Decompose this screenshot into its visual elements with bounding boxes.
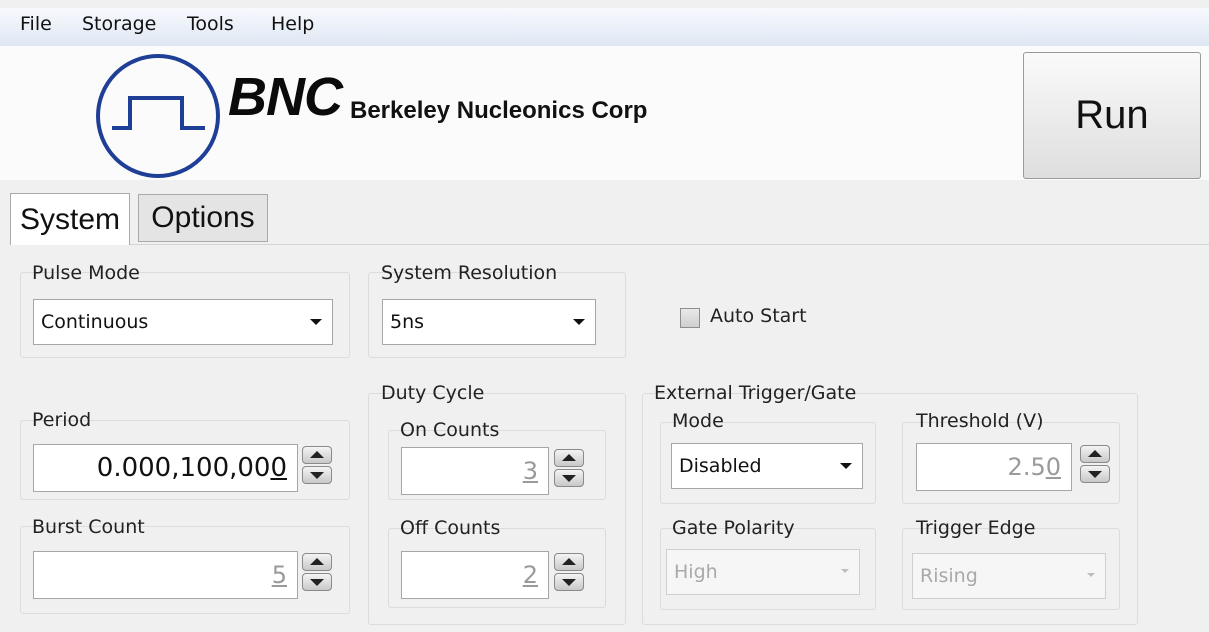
chevron-down-icon (573, 319, 585, 325)
threshold-input[interactable]: 2.50 (916, 443, 1072, 491)
chevron-down-icon (310, 319, 322, 325)
period-spinner[interactable] (302, 446, 332, 486)
gate-polarity-label: Gate Polarity (672, 517, 795, 539)
threshold-spinner[interactable] (1080, 445, 1110, 485)
spin-up-icon[interactable] (302, 446, 332, 464)
spin-down-icon[interactable] (1080, 465, 1110, 483)
gate-polarity-value: High (674, 561, 718, 583)
chevron-down-icon (841, 569, 849, 573)
spin-down-icon[interactable] (302, 573, 332, 591)
duty-cycle-label: Duty Cycle (381, 382, 485, 404)
menu-file[interactable]: File (20, 13, 52, 35)
period-input[interactable]: 0.000,100,000 (33, 444, 298, 492)
spin-up-icon[interactable] (1080, 445, 1110, 463)
tab-options[interactable]: Options (138, 194, 268, 242)
burst-count-label: Burst Count (32, 516, 145, 538)
tab-system[interactable]: System (10, 193, 130, 245)
on-counts-spinner[interactable] (554, 449, 584, 489)
system-resolution-value: 5ns (390, 311, 425, 333)
trigger-edge-value: Rising (920, 565, 978, 587)
menu-bar: File Storage Tools Help (0, 8, 1209, 47)
on-counts-label: On Counts (400, 419, 500, 441)
external-trigger-label: External Trigger/Gate (654, 382, 857, 404)
period-label: Period (32, 409, 92, 431)
system-resolution-label: System Resolution (381, 262, 558, 284)
pulse-mode-label: Pulse Mode (32, 262, 140, 284)
off-counts-value: 2 (522, 561, 538, 589)
trigger-mode-value: Disabled (679, 455, 762, 477)
spin-down-icon[interactable] (554, 573, 584, 591)
burst-count-value: 5 (271, 561, 287, 589)
pulse-mode-value: Continuous (41, 311, 149, 333)
on-counts-value: 3 (522, 457, 538, 485)
trigger-edge-label: Trigger Edge (916, 517, 1036, 539)
burst-count-spinner[interactable] (302, 553, 332, 593)
trigger-mode-label: Mode (672, 410, 724, 432)
spin-down-icon[interactable] (302, 466, 332, 484)
run-button[interactable]: Run (1023, 52, 1201, 179)
spin-up-icon[interactable] (554, 553, 584, 571)
logo-company-name: Berkeley Nucleonics Corp (350, 97, 648, 124)
logo-brand: BNC (228, 67, 343, 127)
system-resolution-select[interactable]: 5ns (382, 299, 596, 345)
burst-count-input[interactable]: 5 (33, 551, 298, 599)
spin-up-icon[interactable] (554, 449, 584, 467)
trigger-mode-select[interactable]: Disabled (671, 443, 863, 489)
spin-up-icon[interactable] (302, 553, 332, 571)
trigger-edge-select[interactable]: Rising (912, 553, 1106, 599)
on-counts-input[interactable]: 3 (401, 447, 549, 495)
menu-help[interactable]: Help (271, 13, 314, 35)
off-counts-label: Off Counts (400, 517, 501, 539)
period-value: 0.000,100,000 (96, 453, 287, 483)
spin-down-icon[interactable] (554, 469, 584, 487)
auto-start-checkbox[interactable] (680, 308, 700, 328)
menu-tools[interactable]: Tools (187, 13, 234, 35)
menu-storage[interactable]: Storage (82, 13, 156, 35)
threshold-value: 2.50 (1007, 453, 1061, 481)
off-counts-input[interactable]: 2 (401, 551, 549, 599)
chevron-down-icon (1087, 573, 1095, 577)
gate-polarity-select[interactable]: High (666, 549, 860, 595)
threshold-label: Threshold (V) (916, 410, 1044, 432)
off-counts-spinner[interactable] (554, 553, 584, 593)
chevron-down-icon (840, 463, 852, 469)
pulse-mode-select[interactable]: Continuous (33, 299, 333, 345)
auto-start-label: Auto Start (710, 305, 807, 327)
